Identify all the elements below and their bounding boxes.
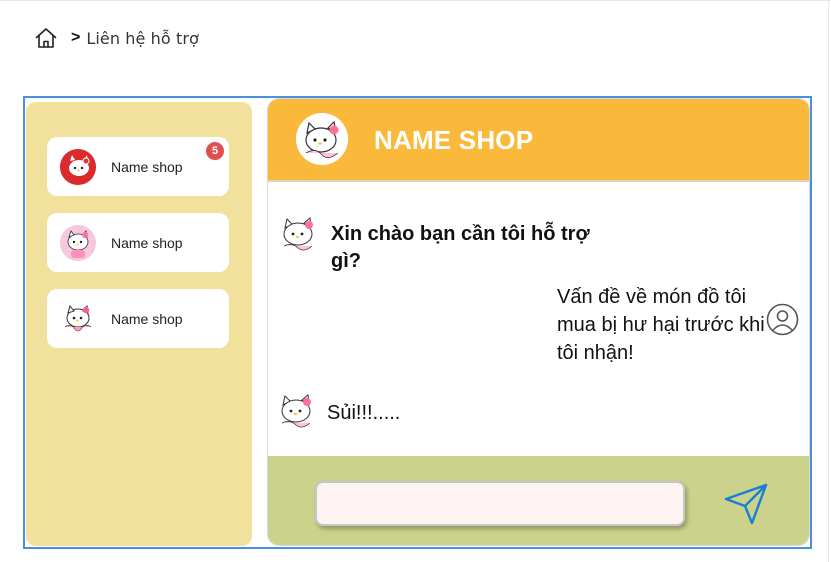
contact-item[interactable]: Name shop 5 bbox=[47, 137, 229, 196]
shop-message: Sủi!!!..... bbox=[327, 402, 401, 424]
chat-input-bar bbox=[268, 456, 809, 545]
contact-sidebar: Name shop 5 Name shop Name shop bbox=[26, 102, 252, 546]
user-avatar-icon bbox=[766, 303, 799, 336]
shop-message-avatar bbox=[278, 212, 318, 254]
hello-kitty-white-avatar bbox=[60, 300, 96, 337]
shop-title: NAME SHOP bbox=[374, 125, 534, 155]
top-divider bbox=[0, 0, 831, 1]
send-button[interactable] bbox=[722, 482, 770, 526]
contact-name: Name shop bbox=[111, 158, 183, 175]
right-divider bbox=[828, 0, 829, 562]
contact-item[interactable]: Name shop bbox=[47, 213, 229, 272]
chat-panel: NAME SHOP Xin chào bạn cần tôi hỗ trợ gì… bbox=[267, 98, 810, 546]
contact-name: Name shop bbox=[111, 310, 183, 327]
breadcrumb-current: Liên hệ hỗ trợ bbox=[86, 28, 199, 48]
chat-header: NAME SHOP bbox=[268, 99, 809, 182]
breadcrumb: > Liên hệ hỗ trợ bbox=[34, 26, 199, 50]
breadcrumb-separator: > bbox=[71, 29, 81, 46]
contact-name: Name shop bbox=[111, 234, 183, 251]
user-message: Vấn đề về món đồ tôi mua bị hư hại trước… bbox=[557, 286, 765, 364]
shop-avatar bbox=[296, 113, 348, 165]
shop-message-avatar bbox=[276, 389, 316, 431]
hello-kitty-pink-avatar bbox=[60, 224, 96, 261]
send-icon bbox=[724, 483, 768, 525]
shop-message: Xin chào bạn cần tôi hỗ trợ gì? bbox=[331, 223, 590, 272]
contact-item[interactable]: Name shop bbox=[47, 289, 229, 348]
message-input[interactable] bbox=[315, 481, 685, 526]
unread-badge: 5 bbox=[206, 142, 224, 160]
hello-kitty-red-avatar bbox=[60, 148, 96, 185]
home-icon[interactable] bbox=[34, 26, 58, 50]
